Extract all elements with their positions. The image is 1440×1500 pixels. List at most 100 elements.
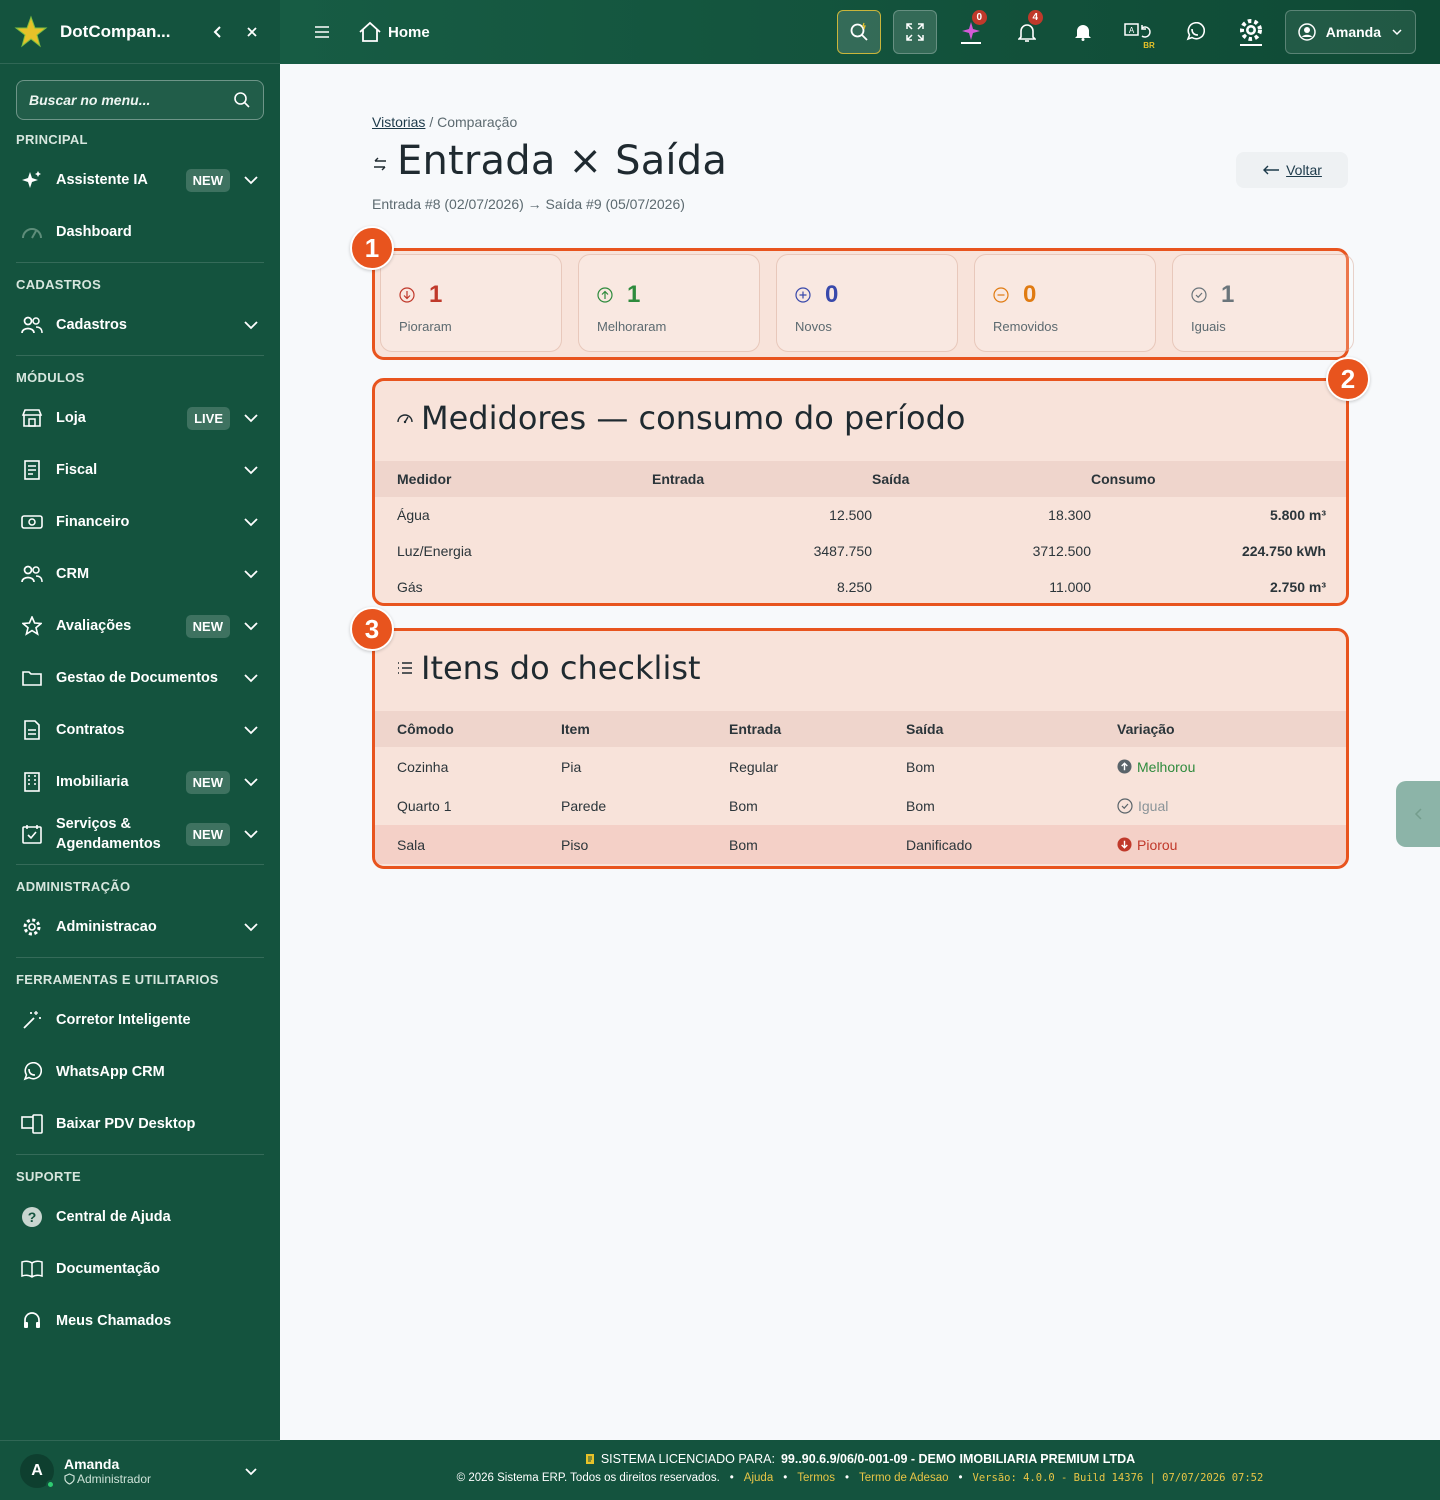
arrow-up-circle-icon bbox=[597, 287, 613, 303]
meter-saida: 18.300 bbox=[1048, 507, 1091, 523]
divider bbox=[16, 1154, 264, 1155]
arrow-down-circle-icon bbox=[399, 287, 415, 303]
chevron-down-icon bbox=[244, 321, 258, 330]
ai-assistant-button[interactable]: 0 bbox=[949, 10, 993, 54]
notifications-button[interactable]: 4 bbox=[1005, 10, 1049, 54]
sidebar-item-servicos[interactable]: Serviços & Agendamentos NEW bbox=[0, 808, 280, 860]
sidebar-item-avaliacoes[interactable]: Avaliações NEW bbox=[0, 600, 280, 652]
sidebar-item-whatsapp[interactable]: WhatsApp CRM bbox=[0, 1046, 280, 1098]
search-icon bbox=[850, 22, 868, 41]
online-status-dot bbox=[46, 1479, 55, 1489]
section-principal: PRINCIPAL bbox=[16, 131, 88, 147]
document-icon bbox=[20, 718, 44, 742]
stat-card-removidos: 0 Removidos bbox=[974, 254, 1156, 352]
back-button[interactable]: Voltar bbox=[1236, 152, 1348, 188]
variation-status: Piorou bbox=[1117, 837, 1346, 853]
sidebar-item-label: Contratos bbox=[56, 722, 125, 738]
footer-link-ajuda[interactable]: Ajuda bbox=[744, 1472, 773, 1484]
arrow-down-circle-icon bbox=[1117, 837, 1132, 852]
sidebar-item-loja[interactable]: Loja LIVE bbox=[0, 392, 280, 444]
sidebar-user[interactable]: A Amanda Administrador bbox=[0, 1440, 280, 1500]
separator-dot: • bbox=[783, 1472, 788, 1484]
sidebar-item-contratos[interactable]: Contratos bbox=[0, 704, 280, 756]
checklist-header-2: Entrada bbox=[729, 721, 782, 737]
meter-entrada: 12.500 bbox=[829, 507, 872, 523]
sidebar-item-dashboard[interactable]: Dashboard bbox=[0, 206, 280, 258]
calendar-check-icon bbox=[20, 822, 44, 846]
sidebar-item-corretor[interactable]: Corretor Inteligente bbox=[0, 994, 280, 1046]
stat-value: 1 bbox=[1221, 281, 1235, 308]
meters-header-1: Entrada bbox=[652, 471, 705, 487]
swap-arrows-icon bbox=[374, 157, 386, 171]
sidebar-item-crm[interactable]: CRM bbox=[0, 548, 280, 600]
new-badge: NEW bbox=[185, 770, 230, 794]
hamburger-menu-icon[interactable] bbox=[314, 25, 344, 39]
checklist-card: Itens do checklist Cômodo Item Entrada Saíd… bbox=[372, 628, 1349, 869]
whatsapp-icon bbox=[20, 1060, 44, 1084]
expand-icon bbox=[906, 23, 924, 41]
new-badge: NEW bbox=[185, 822, 230, 846]
sidebar-item-gestao-documentos[interactable]: Gestao de Documentos bbox=[0, 652, 280, 704]
divider bbox=[16, 864, 264, 865]
variation-label: Melhorou bbox=[1137, 758, 1196, 775]
settings-button[interactable] bbox=[1229, 10, 1273, 54]
gear-icon bbox=[1239, 19, 1262, 46]
table-row: Luz/Energia 3487.750 3712.500 224.750 kW… bbox=[375, 533, 1346, 569]
table-row: Água 12.500 18.300 5.800 m³ bbox=[375, 497, 1346, 533]
footer-link-termo-adesao[interactable]: Termo de Adesao bbox=[859, 1472, 949, 1484]
meters-title: Medidores — consumo do período bbox=[421, 399, 966, 437]
side-panel-toggle[interactable] bbox=[1396, 781, 1440, 847]
sidebar-item-financeiro[interactable]: Financeiro bbox=[0, 496, 280, 548]
sidebar-item-label: Dashboard bbox=[56, 224, 132, 240]
language-button[interactable]: A BR bbox=[1117, 10, 1161, 54]
search-icon[interactable] bbox=[233, 91, 251, 109]
sidebar-item-administracao[interactable]: Administracao bbox=[0, 901, 280, 953]
sidebar-item-pdv[interactable]: Baixar PDV Desktop bbox=[0, 1098, 280, 1150]
close-icon[interactable] bbox=[238, 18, 266, 46]
stat-value: 1 bbox=[429, 281, 443, 308]
sidebar-item-label: Meus Chamados bbox=[56, 1313, 172, 1329]
fullscreen-button[interactable] bbox=[892, 10, 937, 54]
home-link[interactable]: Home bbox=[358, 21, 430, 43]
stat-card-melhoraram: 1 Melhoraram bbox=[578, 254, 760, 352]
sidebar-item-imobiliaria[interactable]: Imobiliaria NEW bbox=[0, 756, 280, 808]
shield-icon bbox=[64, 1472, 75, 1485]
avatar-initial: A bbox=[31, 1461, 43, 1479]
whatsapp-button[interactable] bbox=[1173, 10, 1217, 54]
translate-icon: A bbox=[1124, 23, 1151, 38]
sidebar-item-assistente-ia[interactable]: Assistente IA NEW bbox=[0, 154, 280, 206]
building-icon bbox=[20, 770, 44, 794]
variation-status: Melhorou bbox=[1117, 759, 1346, 775]
breadcrumb-link-vistorias[interactable]: Vistorias bbox=[372, 114, 425, 130]
table-row: Gás 8.250 11.000 2.750 m³ bbox=[375, 569, 1346, 603]
checklist-saida: Bom bbox=[906, 797, 935, 814]
stat-card-iguais: 1 Iguais bbox=[1172, 254, 1354, 352]
checklist-comodo: Quarto 1 bbox=[397, 797, 452, 814]
arrow-left-icon bbox=[1263, 165, 1280, 175]
divider bbox=[16, 355, 264, 356]
sidebar-item-cadastros[interactable]: Cadastros bbox=[0, 299, 280, 351]
stat-label: Melhoraram bbox=[597, 319, 667, 334]
menu-search-input[interactable] bbox=[29, 92, 233, 108]
home-icon bbox=[359, 21, 381, 42]
chevron-down-icon bbox=[244, 674, 258, 683]
checklist-item: Parede bbox=[561, 797, 607, 814]
sidebar-item-ajuda[interactable]: ? Central de Ajuda bbox=[0, 1191, 280, 1243]
topbar-actions: 0 4 A BR Amanda bbox=[836, 10, 1416, 54]
new-badge: NEW bbox=[185, 614, 230, 638]
sidebar-item-chamados[interactable]: Meus Chamados bbox=[0, 1295, 280, 1347]
table-row: Quarto 1 Parede Bom Bom Igual bbox=[375, 786, 1346, 825]
ai-search-button[interactable] bbox=[836, 10, 881, 54]
footer-link-termos[interactable]: Termos bbox=[797, 1472, 835, 1484]
book-icon bbox=[20, 1257, 44, 1281]
collapse-chevron-icon[interactable] bbox=[204, 18, 232, 46]
arrow-up-circle-icon bbox=[1117, 759, 1132, 774]
sidebar-item-label: Financeiro bbox=[56, 514, 130, 530]
checklist-header-1: Item bbox=[561, 721, 590, 737]
variation-status: Igual bbox=[1117, 798, 1346, 814]
user-menu-button[interactable]: Amanda bbox=[1284, 10, 1416, 54]
sidebar-item-documentacao[interactable]: Documentação bbox=[0, 1243, 280, 1295]
sidebar-item-fiscal[interactable]: Fiscal bbox=[0, 444, 280, 496]
alerts-button[interactable] bbox=[1061, 10, 1105, 54]
meters-card: Medidores — consumo do período Medidor En… bbox=[372, 378, 1349, 606]
